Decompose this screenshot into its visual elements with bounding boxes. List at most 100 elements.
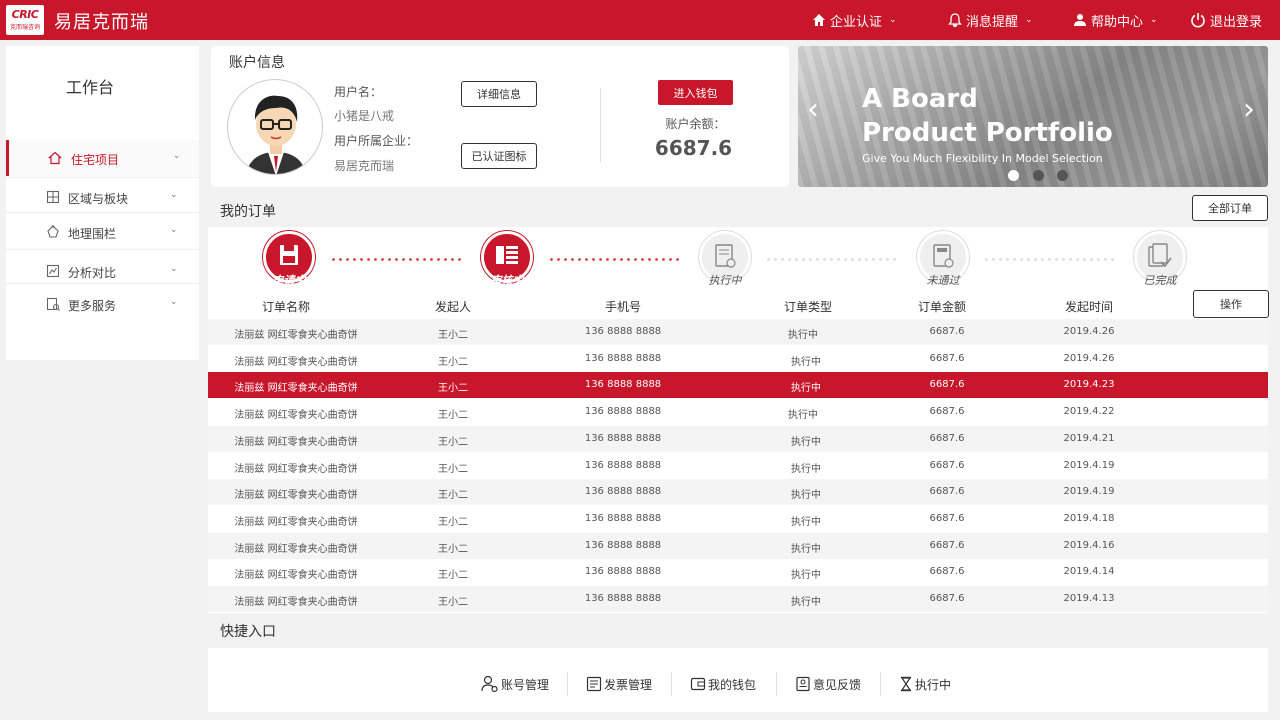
table-row[interactable]: 法丽兹 网红零食夹心曲奇饼 王小二 136 8888 8888 执行中 6687.6 20… [208, 532, 1268, 559]
user-icon [1074, 14, 1086, 26]
shortcut-executing[interactable]: 执行中 [899, 674, 951, 694]
home-icon [48, 151, 62, 165]
table-cell-user: 王小二 [438, 330, 468, 341]
brand-logo[interactable]: CRIC 克而瑞咨询 [6, 5, 44, 35]
sidebar-item-geofence[interactable]: 地理围栏 ⌄ [6, 214, 199, 250]
all-orders-button[interactable]: 全部订单 [1192, 195, 1268, 221]
chevron-right-icon[interactable]: › [1243, 92, 1255, 127]
power-icon [1191, 13, 1205, 28]
sidebar-item-region[interactable]: 区域与板块 ⌄ [6, 179, 199, 215]
table-row[interactable]: 法丽兹 网红零食夹心曲奇饼 王小二 136 8888 8888 执行中 6687.6 20… [208, 479, 1268, 506]
column-header: 发起时间 [1064, 300, 1113, 314]
table-cell-phone: 136 8888 8888 [584, 539, 662, 551]
avatar[interactable] [227, 79, 323, 175]
table-cell-name: 法丽兹 网红零食夹心曲奇饼 [234, 516, 358, 528]
table-row[interactable]: 法丽兹 网红零食夹心曲奇饼 王小二 136 8888 8888 执行中 6687.6 20… [208, 506, 1268, 532]
table-row[interactable]: 法丽兹 网红零食夹心曲奇饼 王小二 136 8888 8888 执行中 6687.6 20… [208, 559, 1268, 585]
table-cell-user: 王小二 [438, 516, 468, 528]
invoice-icon [586, 676, 602, 692]
table-cell-date: 2019.4.23 [1063, 379, 1115, 391]
shortcut-account[interactable]: 账号管理 [481, 674, 549, 694]
table-cell-phone: 136 8888 8888 [584, 459, 662, 471]
nav-enterprise[interactable]: 企业认证 ⌄ [812, 10, 897, 30]
logout-button[interactable]: 退出登录 [1190, 10, 1262, 30]
sidebar-item-label: 区域与板块 [68, 192, 129, 206]
table-cell-type: 执行中 [791, 490, 821, 502]
grid-icon [46, 190, 60, 204]
avatar-illustration [246, 95, 306, 174]
wallet-button[interactable]: 进入钱包 [658, 80, 733, 105]
shortcut-wallet[interactable]: 我的钱包 [690, 674, 756, 694]
divider [567, 672, 568, 696]
logout-label: 退出登录 [1210, 14, 1263, 30]
table-cell-phone: 136 8888 8888 [584, 432, 662, 444]
progress-connector [548, 258, 682, 261]
promo-banner[interactable]: A Board Product Portfolio Give You Much … [798, 46, 1268, 187]
shortcut-label: 意见反馈 [813, 677, 862, 692]
chevron-left-icon[interactable]: ‹ [807, 92, 819, 127]
chevron-down-icon: ⌄ [1025, 15, 1033, 25]
carousel-dot[interactable] [1057, 170, 1068, 181]
user-settings-icon [481, 675, 498, 693]
carousel-dot[interactable] [1008, 170, 1019, 181]
shortcut-feedback[interactable]: 意见反馈 [795, 674, 861, 694]
table-cell-amount: 6687.6 [929, 459, 965, 471]
table-cell-user: 王小二 [438, 543, 468, 555]
brand-name: 易居克而瑞 [54, 12, 149, 33]
chevron-down-icon: ⌄ [170, 297, 178, 307]
table-row[interactable]: 法丽兹 网红零食夹心曲奇饼 王小二 136 8888 8888 执行中 6687.6 20… [208, 586, 1268, 612]
table-cell-phone: 136 8888 8888 [584, 326, 662, 337]
table-row[interactable]: 法丽兹 网红零食夹心曲奇饼 王小二 136 8888 8888 执行中 6687.6 20… [208, 425, 1268, 452]
nav-messages[interactable]: 消息提醒 ⌄ [948, 10, 1033, 30]
table-cell-amount: 6687.6 [929, 539, 965, 551]
table-cell-type: 执行中 [791, 356, 821, 368]
table-cell-type: 执行中 [791, 570, 821, 582]
carousel-dot[interactable] [1033, 170, 1044, 181]
table-cell-name: 法丽兹 网红零食夹心曲奇饼 [234, 543, 358, 555]
divider [6, 177, 199, 178]
banner-subtitle: Give You Much Flexibility In Model Selec… [862, 152, 1103, 165]
table-cell-phone: 136 8888 8888 [584, 593, 662, 604]
detail-button[interactable]: 详细信息 [461, 81, 537, 107]
table-cell-name: 法丽兹 网红零食夹心曲奇饼 [234, 436, 358, 448]
table-cell-date: 2019.4.16 [1063, 539, 1115, 551]
sidebar-item-more[interactable]: 更多服务 ⌄ [6, 286, 199, 322]
fence-icon [47, 225, 59, 238]
table-cell-date: 2019.4.18 [1063, 512, 1115, 524]
table-row[interactable]: 法丽兹 网红零食夹心曲奇饼 王小二 136 8888 8888 执行中 6687.6 20… [208, 346, 1268, 372]
nav-help[interactable]: 帮助中心 ⌄ [1073, 10, 1158, 30]
table-cell-name: 法丽兹 网红零食夹心曲奇饼 [234, 356, 358, 368]
divider [600, 88, 601, 162]
column-header: 发起人 [434, 300, 471, 314]
divider [6, 212, 199, 213]
verified-button[interactable]: 已认证图标 [461, 143, 537, 169]
table-cell-user: 王小二 [438, 436, 468, 448]
chevron-down-icon: ⌄ [170, 190, 178, 200]
column-header: 订单金额 [917, 300, 966, 314]
shortcut-invoice[interactable]: 发票管理 [586, 674, 652, 694]
table-cell-user: 王小二 [438, 597, 468, 608]
sidebar-item-residential[interactable]: 住宅项目 ⌄ [6, 140, 199, 176]
step-label: 已完成 [1143, 274, 1177, 287]
column-header: 订单类型 [783, 300, 832, 314]
progress-connector [983, 258, 1117, 261]
shortcut-label: 发票管理 [604, 677, 653, 692]
table-cell-type: 执行中 [791, 516, 821, 528]
table-row[interactable]: 法丽兹 网红零食夹心曲奇饼 王小二 136 8888 8888 执行中 6687.6 20… [208, 319, 1268, 345]
table-row[interactable]: 法丽兹 网红零食夹心曲奇饼 王小二 136 8888 8888 执行中 6687.6 20… [208, 453, 1268, 479]
operation-button[interactable]: 操作 [1193, 290, 1269, 318]
table-cell-user: 王小二 [438, 410, 468, 422]
table-cell-amount: 6687.6 [929, 406, 965, 418]
nav-enterprise-label: 企业认证 [830, 14, 883, 30]
table-cell-date: 2019.4.14 [1063, 566, 1115, 578]
home-icon [813, 14, 825, 26]
sidebar-item-label: 地理围栏 [68, 227, 117, 241]
sidebar-title: 工作台 [65, 78, 114, 97]
table-cell-amount: 6687.6 [929, 352, 965, 364]
chevron-down-icon: ⌄ [1150, 15, 1158, 25]
table-row[interactable]: 法丽兹 网红零食夹心曲奇饼 王小二 136 8888 8888 执行中 6687.6 20… [208, 372, 1268, 399]
wallet-icon [690, 677, 706, 691]
table-cell-name: 法丽兹 网红零食夹心曲奇饼 [234, 410, 358, 422]
table-row[interactable]: 法丽兹 网红零食夹心曲奇饼 王小二 136 8888 8888 执行中 6687.6 20… [208, 399, 1268, 425]
table-cell-phone: 136 8888 8888 [584, 486, 662, 498]
